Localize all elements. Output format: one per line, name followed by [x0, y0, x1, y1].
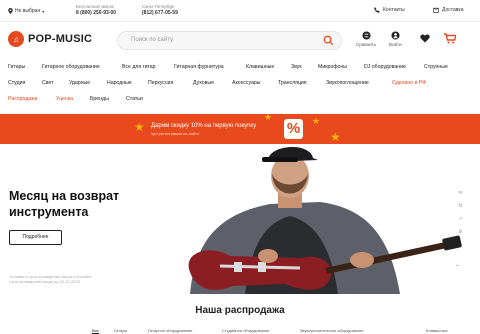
hero-legal: Условия и срок проведения акции уточняйт…	[9, 274, 92, 284]
sale-tab[interactable]: Студийное оборудование	[222, 328, 270, 333]
nav-item[interactable]: Микрофоны	[318, 64, 347, 70]
nav-item[interactable]: Ударные	[69, 80, 90, 86]
sale-category-tabs: Все Гитары Гитарное оборудование Студийн…	[0, 326, 480, 334]
heart-icon[interactable]	[420, 34, 430, 43]
city-selector[interactable]: Не выбран ▾	[8, 8, 44, 14]
phone-icon	[374, 7, 380, 13]
compare-small-icon[interactable]: ⇅	[457, 203, 464, 210]
nav-item[interactable]: Все для гитар	[122, 64, 156, 70]
hero-title: Месяц на возврат инструмента	[9, 189, 120, 219]
cart-icon[interactable]	[444, 33, 456, 44]
sale-tab[interactable]: Звукоусилительное оборудование	[300, 328, 364, 333]
percent-badge: %	[284, 119, 303, 139]
nav-item[interactable]: Струнные	[424, 64, 448, 70]
nav-item[interactable]: Клавишные	[246, 64, 274, 70]
nav-item[interactable]: Духовые	[193, 80, 214, 86]
box-icon	[433, 7, 439, 13]
logo[interactable]: ♫ POP-MUSIC	[8, 31, 92, 47]
nav-item[interactable]: Свет	[42, 80, 54, 86]
promo-subtext: при регистрации на сайте	[151, 131, 200, 136]
more-button[interactable]: Подробнее	[9, 230, 62, 245]
city-label: Не выбран	[15, 8, 41, 14]
location-pin-icon	[8, 8, 13, 14]
phone-free[interactable]: Бесплатный звонок 8 (800) 250-93-00	[76, 4, 116, 16]
share-icon[interactable]: ↗	[457, 216, 464, 223]
logo-text: POP-MUSIC	[28, 33, 93, 45]
nav-item[interactable]: Аксессуары	[232, 80, 261, 86]
nav-item-sale[interactable]: Распродажа	[8, 96, 38, 102]
delivery-label: Доставка	[442, 7, 464, 13]
sale-section-title: Наша распродажа	[195, 305, 285, 316]
catalog-nav-row-1: Гитары Гитарное оборудование Все для гит…	[0, 62, 480, 74]
nav-item[interactable]: Перкуссия	[148, 80, 173, 86]
login-button[interactable]: Войти	[389, 31, 402, 47]
sale-tab[interactable]: Все	[92, 328, 99, 333]
catalog-nav-row-3: Распродажа Уценка Бренды Статьи	[0, 94, 480, 106]
hero-legal-line-2: Срок проведения акции до 31.12.2025	[9, 279, 80, 284]
nav-item[interactable]: Гитарное оборудование	[42, 64, 100, 70]
star-icon: ★	[134, 120, 145, 134]
compare-label: Сравнить	[356, 42, 377, 47]
guitarist-photo	[150, 144, 470, 294]
star-icon: ★	[330, 130, 341, 144]
nav-item[interactable]: Звукопоглощение	[326, 80, 369, 86]
user-icon	[391, 31, 400, 40]
chat-icon[interactable]: ✉	[457, 190, 464, 197]
logo-mark-icon: ♫	[8, 31, 24, 47]
contacts-label: Контакты	[383, 7, 405, 13]
nav-item[interactable]: DJ оборудование	[364, 64, 406, 70]
chevron-down-icon: ▾	[42, 8, 45, 14]
search-input[interactable]: Поиск по сайту	[117, 31, 342, 50]
top-bar: Не выбран ▾ Бесплатный звонок 8 (800) 25…	[0, 0, 480, 22]
slider-side-controls: ✉ ⇅ ↗ ⚙	[457, 190, 464, 236]
nav-item-brands[interactable]: Бренды	[90, 96, 109, 102]
phone-free-number: 8 (800) 250-93-00	[76, 10, 117, 16]
nav-item[interactable]: Гитарная фурнитура	[174, 64, 224, 70]
delivery-link[interactable]: Доставка	[433, 7, 463, 13]
contacts-link[interactable]: Контакты	[374, 7, 405, 13]
nav-item[interactable]: Народные	[107, 80, 132, 86]
promo-banner[interactable]: ★ ★ ★ ★ Дарим скидку 10% на первую покуп…	[0, 114, 480, 144]
sale-tab[interactable]: Клавишные	[426, 328, 448, 333]
nav-item-markdown[interactable]: Уценка	[56, 96, 73, 102]
header: ♫ POP-MUSIC Поиск по сайту Сравнить Войт…	[0, 22, 480, 60]
settings-icon[interactable]: ⚙	[457, 229, 464, 236]
nav-item[interactable]: Трансляция	[278, 80, 307, 86]
phone-spb-number: (812) 677-05-59	[142, 10, 178, 16]
nav-item[interactable]: Гитары	[8, 64, 25, 70]
nav-item-articles[interactable]: Статьи	[126, 96, 143, 102]
sale-tab[interactable]: Гитары	[114, 328, 127, 333]
login-label: Войти	[389, 42, 402, 47]
promo-text: Дарим скидку 10% на первую покупку	[151, 123, 257, 129]
nav-item[interactable]: Звук	[291, 64, 302, 70]
hero-slide[interactable]: Месяц на возврат инструмента Подробнее У…	[0, 144, 480, 294]
scroll-up-icon[interactable]: ⌃	[455, 264, 460, 271]
nav-item-made-in-russia[interactable]: Сделано в РФ	[392, 80, 426, 86]
phone-spb[interactable]: Санкт-Петербург (812) 677-05-59	[142, 4, 178, 16]
sale-tab[interactable]: Гитарное оборудование	[148, 328, 193, 333]
star-icon: ★	[264, 114, 273, 122]
star-icon: ★	[312, 116, 321, 126]
nav-item[interactable]: Студия	[8, 80, 25, 86]
compare-button[interactable]: Сравнить	[356, 31, 376, 47]
compare-icon	[361, 31, 371, 40]
catalog-nav-row-2: Студия Свет Ударные Народные Перкуссия Д…	[0, 78, 480, 90]
search-icon[interactable]	[323, 35, 334, 46]
